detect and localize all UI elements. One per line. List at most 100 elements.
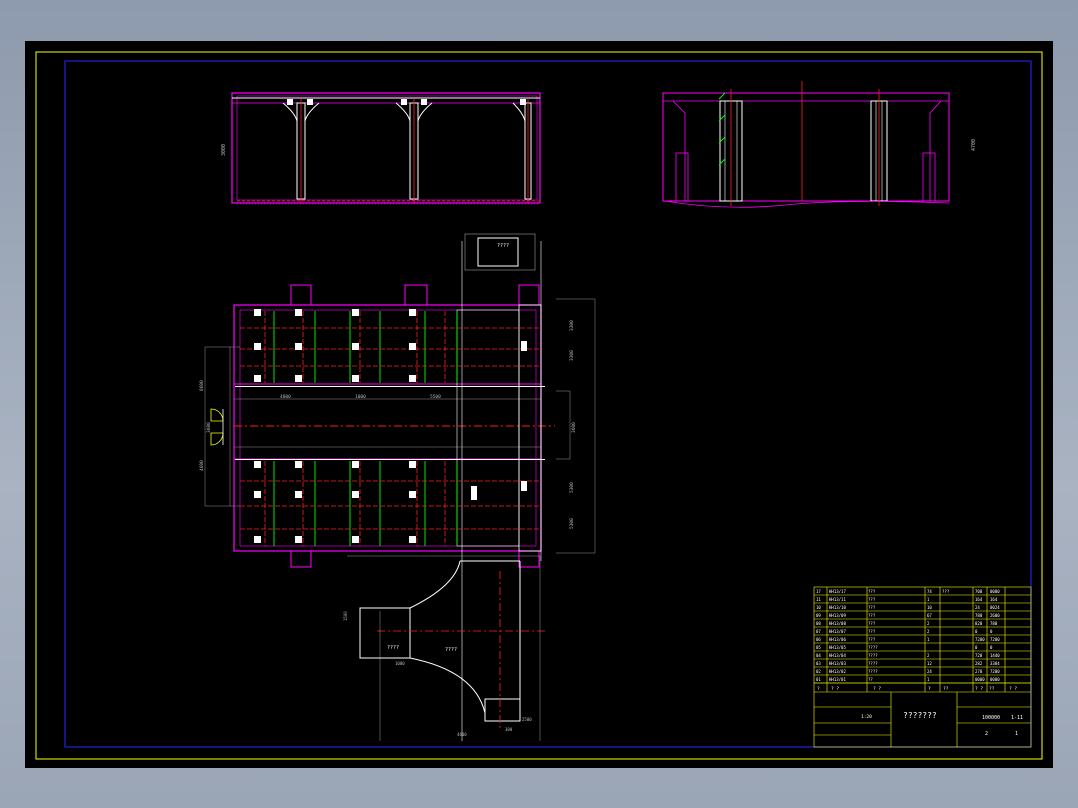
top-box: ????: [464, 233, 536, 271]
tb-cell-name: ???: [868, 629, 876, 634]
tb-header-1: ? ?: [831, 686, 839, 692]
plan-row-label-2: 5500: [430, 394, 441, 400]
tb-cell-code: HH13/10: [829, 605, 846, 610]
tb-cell-name: ???: [868, 605, 876, 610]
tb-header-3: ?: [928, 686, 931, 692]
drawing-title: ???????: [903, 711, 937, 720]
tb-cell-code: HH13/11: [829, 597, 846, 602]
tb-cell-code: HH13/02: [829, 669, 846, 674]
tb-cell-w1: 282: [975, 661, 983, 666]
tb-cell-w1: 24: [975, 605, 980, 610]
tb-cell-mat: ???: [942, 589, 950, 594]
tb-cell-no: 10: [816, 605, 821, 610]
tb-cell-w1: 164: [975, 597, 983, 602]
tb-cell-code: HH13/05: [829, 645, 846, 650]
side-height-dim: 4700: [971, 139, 977, 151]
tb-header-6: ??: [989, 686, 995, 692]
detail-dim-0: 1000: [395, 661, 405, 666]
plan-dim-left-1: 3600: [206, 422, 212, 433]
tb-cell-code: HH13/01: [829, 677, 846, 682]
tb-cell-code: HH13/08: [829, 621, 846, 626]
tb-cell-w1: 7200: [975, 637, 985, 642]
plan-dim-right-1: 3300: [569, 350, 575, 361]
tb-cell-no: 06: [816, 637, 821, 642]
plan-upper-grid: [235, 309, 545, 387]
tb-cell-name: ???: [868, 637, 876, 642]
title-block-rows: 17 HH13/17??? 74??? 700 000011 HH13/11??? 1 164…: [814, 589, 1031, 684]
tb-cell-w2: 3384: [990, 661, 1000, 666]
tb-cell-w1: 270: [975, 669, 983, 674]
cad-drawing-sheet: 3000 4700 ???? 8600 3600 4600 3300 3300 …: [25, 41, 1053, 768]
tb-cell-no: 08: [816, 621, 821, 626]
outer-frame: [35, 51, 1043, 760]
tb-cell-w1: 700: [975, 589, 983, 594]
tb-cell-no: 02: [816, 669, 821, 674]
tb-cell-w2: 2600: [990, 613, 1000, 618]
tb-header-5: ? ?: [975, 686, 983, 692]
tb-cell-qty: 10: [927, 605, 932, 610]
tb-cell-qty: 2: [927, 629, 930, 634]
tb-cell-no: 05: [816, 645, 821, 650]
tb-cell-no: 11: [816, 597, 821, 602]
drawing-sheet: 1-11: [1011, 715, 1023, 721]
tb-cell-w2: 0: [990, 629, 993, 634]
front-height-dim: 3000: [221, 144, 227, 156]
tb-cell-code: HH13/04: [829, 653, 846, 658]
tb-cell-w2: 0000: [990, 589, 1000, 594]
tb-cell-code: HH13/06: [829, 637, 846, 642]
tb-header-7: ? ?: [1009, 686, 1017, 692]
tb-cell-qty: 1: [927, 597, 930, 602]
tb-cell-code: HH13/17: [829, 589, 846, 594]
tb-cell-w1: 780: [975, 613, 983, 618]
tb-cell-qty: 67: [927, 613, 932, 618]
plan-dim-left-0: 8600: [199, 380, 205, 391]
detail-label-b: ????: [445, 647, 457, 653]
tb-cell-qty: 2: [927, 621, 930, 626]
drawing-page: 1: [1015, 731, 1018, 737]
plan-dim-right-2: 3600: [571, 422, 577, 433]
tb-cell-w2: 780: [990, 621, 998, 626]
detail-dim-4: 1500: [343, 611, 348, 621]
plan-dim-right-3: 5300: [569, 482, 575, 493]
plan-dim-right-4: 5300: [569, 518, 575, 529]
tb-cell-qty: 1: [927, 637, 930, 642]
tb-header-4: ??: [943, 686, 949, 692]
tb-header-2: ? ?: [873, 686, 881, 692]
tb-cell-qty: 2: [927, 653, 930, 658]
tb-cell-code: HH13/03: [829, 661, 846, 666]
tb-cell-name: ???: [868, 589, 876, 594]
tb-cell-no: 17: [816, 589, 821, 594]
tb-cell-w1: 0000: [975, 677, 985, 682]
tb-cell-name: ????: [868, 653, 878, 658]
tb-cell-no: 07: [816, 629, 821, 634]
tb-cell-w2: 0024: [990, 605, 1000, 610]
plan-row-label-1: 1000: [355, 394, 366, 400]
tb-cell-w1: 820: [975, 621, 983, 626]
tb-cell-w2: 0: [990, 645, 993, 650]
tb-cell-qty: 1: [927, 677, 930, 682]
plan-row-label-0: 4800: [280, 394, 291, 400]
tb-cell-no: 01: [816, 677, 821, 682]
tb-cell-name: ??: [868, 677, 873, 682]
drawing-number: 100000: [982, 715, 1000, 721]
tb-cell-name: ????: [868, 645, 878, 650]
front-elevation-view: 3000: [221, 92, 541, 205]
plan-dim-right-0: 3300: [569, 320, 575, 331]
tb-cell-w2: 7200: [990, 669, 1000, 674]
tb-cell-code: HH13/07: [829, 629, 846, 634]
tb-cell-w1: 720: [975, 653, 983, 658]
tb-cell-name: ???: [868, 621, 876, 626]
tb-cell-name: ????: [868, 661, 878, 666]
tb-cell-w1: 0: [975, 645, 978, 650]
detail-label-a: ????: [387, 645, 399, 651]
plan-view: 8600 3600 4600 3300 3300 3600 5300 5300 …: [199, 241, 596, 741]
tb-header-0: ?: [817, 686, 820, 692]
detail-view: ???? ???? 1000 2500 4400 300 1500: [343, 555, 545, 741]
tb-cell-code: HH13/09: [829, 613, 846, 618]
tb-cell-qty: 74: [927, 589, 932, 594]
drawing-pages: 2: [985, 731, 988, 737]
cad-canvas: 3000 4700 ???? 8600 3600 4600 3300 3300 …: [35, 51, 1043, 760]
tb-cell-name: ????: [868, 669, 878, 674]
title-block-header: ? ? ? ? ? ? ?? ? ? ?? ? ?: [817, 686, 1017, 692]
tb-cell-w2: 7200: [990, 637, 1000, 642]
